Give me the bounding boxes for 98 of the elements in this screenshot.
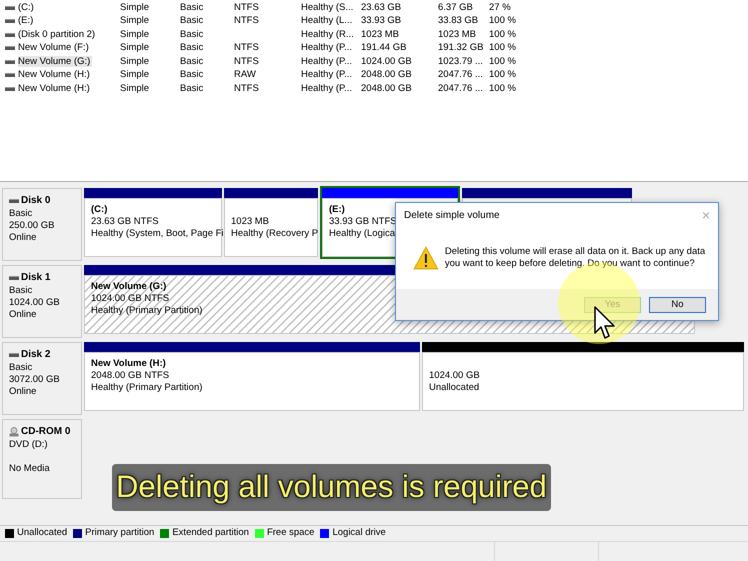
table-cell: Simple	[120, 2, 150, 13]
table-cell: Healthy (L...	[301, 15, 352, 26]
table-cell[interactable]: New Volume (F:)	[18, 42, 89, 54]
partition-box[interactable]: (C:) 23.63 GB NTFS Healthy (System, Boot, Page Fi	[84, 198, 222, 257]
partition-title: (C:)	[91, 204, 108, 215]
table-cell: Basic	[180, 69, 204, 80]
dialog-button[interactable]: No	[649, 296, 706, 312]
table-cell: 100 %	[489, 56, 516, 67]
disk-info: Online	[9, 232, 36, 243]
table-cell: 33.93 GB	[361, 15, 402, 26]
partition-status: Healthy (Primary Partition)	[91, 382, 202, 393]
partition-title: New Volume (G:)	[91, 281, 166, 292]
disk-info: Online	[9, 386, 36, 397]
partition-size: 23.63 GB NTFS	[91, 216, 159, 227]
table-cell: Basic	[180, 82, 204, 94]
table-cell: Healthy (P...	[301, 82, 352, 94]
table-cell: Healthy (S...	[301, 2, 354, 13]
partition-status: Unallocated	[429, 382, 480, 393]
table-cell: RAW	[234, 69, 256, 80]
partition-title: New Volume (H:)	[91, 358, 166, 369]
table-cell: 33.83 GB	[438, 15, 478, 26]
disk-info: 1024.00 GB	[9, 297, 60, 308]
table-cell: Simple	[120, 82, 150, 94]
table-cell[interactable]: New Volume (G:)	[18, 56, 92, 67]
table-cell: NTFS	[234, 42, 259, 54]
disk-info: Basic	[9, 362, 32, 373]
table-cell[interactable]: (C:)	[18, 2, 34, 13]
video-caption: Deleting all volumes is required	[112, 464, 551, 510]
table-cell: 100 %	[489, 42, 516, 54]
legend-label: Logical drive	[332, 526, 386, 540]
partition-size: 1024.00 GB	[429, 370, 480, 381]
table-cell: 23.63 GB	[361, 2, 402, 13]
table-cell: 191.32 GB	[438, 42, 484, 54]
table-cell: 1024.00 GB	[361, 56, 412, 67]
table-cell: Simple	[120, 28, 150, 40]
table-cell: Simple	[120, 69, 150, 80]
table-cell: Basic	[180, 42, 204, 54]
warning-icon	[413, 246, 439, 270]
disk-name: CD-ROM 0	[21, 425, 70, 439]
table-cell: Simple	[120, 42, 150, 54]
table-cell: 2048.00 GB	[361, 82, 412, 94]
table-cell: 27 %	[489, 2, 511, 13]
table-cell: 1023 MB	[438, 28, 476, 40]
disk-info: Online	[9, 309, 36, 320]
partition-size: 2048.00 GB NTFS	[91, 370, 170, 381]
disk-info: 3072.00 GB	[9, 374, 60, 385]
table-cell: 2047.76 ...	[438, 82, 483, 94]
table-cell: Healthy (R...	[301, 28, 354, 40]
table-cell: Healthy (P...	[301, 42, 352, 54]
partition-status: Healthy (Recovery P	[231, 228, 318, 239]
disk-info: 250.00 GB	[9, 220, 54, 231]
disk-info: No Media	[9, 463, 50, 474]
partition-status: Healthy (System, Boot, Page Fi	[91, 228, 224, 239]
legend-label: Free space	[266, 526, 314, 540]
table-cell[interactable]: (E:)	[18, 15, 34, 26]
disk-info: DVD (D:)	[9, 439, 48, 450]
disk-name: Disk 2	[21, 348, 50, 362]
table-cell: 100 %	[489, 15, 516, 26]
table-cell: 2047.76 ...	[438, 69, 483, 80]
disk-name: Disk 0	[21, 194, 50, 208]
table-cell: Healthy (P...	[301, 56, 352, 67]
legend-label: Primary partition	[85, 526, 154, 540]
table-cell: NTFS	[234, 56, 259, 67]
table-cell: Healthy (P...	[301, 69, 352, 80]
table-cell: Basic	[180, 56, 204, 67]
table-cell: Basic	[180, 15, 204, 26]
table-cell: Simple	[120, 56, 150, 67]
partition-size: 1023 MB	[231, 216, 270, 227]
partition-box[interactable]: New Volume (H:) 2048.00 GB NTFS Healthy (Primary Partition)	[84, 352, 420, 411]
table-cell[interactable]: (Disk 0 partition 2)	[18, 28, 96, 40]
legend-label: Extended partition	[172, 526, 249, 540]
table-cell: NTFS	[234, 82, 259, 94]
partition-status: Healthy (Logica	[329, 228, 396, 239]
disk-info: Basic	[9, 285, 32, 296]
table-cell: NTFS	[234, 2, 259, 13]
table-cell: 1023 MB	[361, 28, 400, 40]
table-cell: 191.44 GB	[361, 42, 406, 54]
table-cell: Simple	[120, 15, 150, 26]
table-cell: 6.37 GB	[438, 2, 473, 13]
partition-box[interactable]: 1024.00 GB Unallocated	[422, 352, 744, 411]
disk-name: Disk 1	[21, 271, 50, 285]
legend-label: Unallocated	[17, 526, 68, 540]
table-cell: Basic	[180, 28, 204, 40]
table-cell: 2048.00 GB	[361, 69, 412, 80]
table-cell: 100 %	[489, 28, 516, 40]
disk-info: Basic	[9, 208, 32, 219]
table-cell: 100 %	[489, 69, 516, 80]
table-cell[interactable]: New Volume (H:)	[18, 82, 90, 94]
table-cell: 100 %	[489, 82, 516, 94]
table-cell: 1023.79 ...	[438, 56, 483, 67]
partition-status: Healthy (Primary Partition)	[91, 305, 202, 316]
table-cell: Basic	[180, 2, 204, 13]
table-cell[interactable]: New Volume (H:)	[18, 69, 90, 80]
partition-box[interactable]: 1023 MB Healthy (Recovery P	[224, 198, 318, 257]
cd-drive-icon	[9, 426, 19, 436]
table-cell: NTFS	[234, 15, 259, 26]
partition-title: (E:)	[329, 204, 345, 215]
partition-size: 1024.00 GB NTFS	[91, 293, 170, 304]
